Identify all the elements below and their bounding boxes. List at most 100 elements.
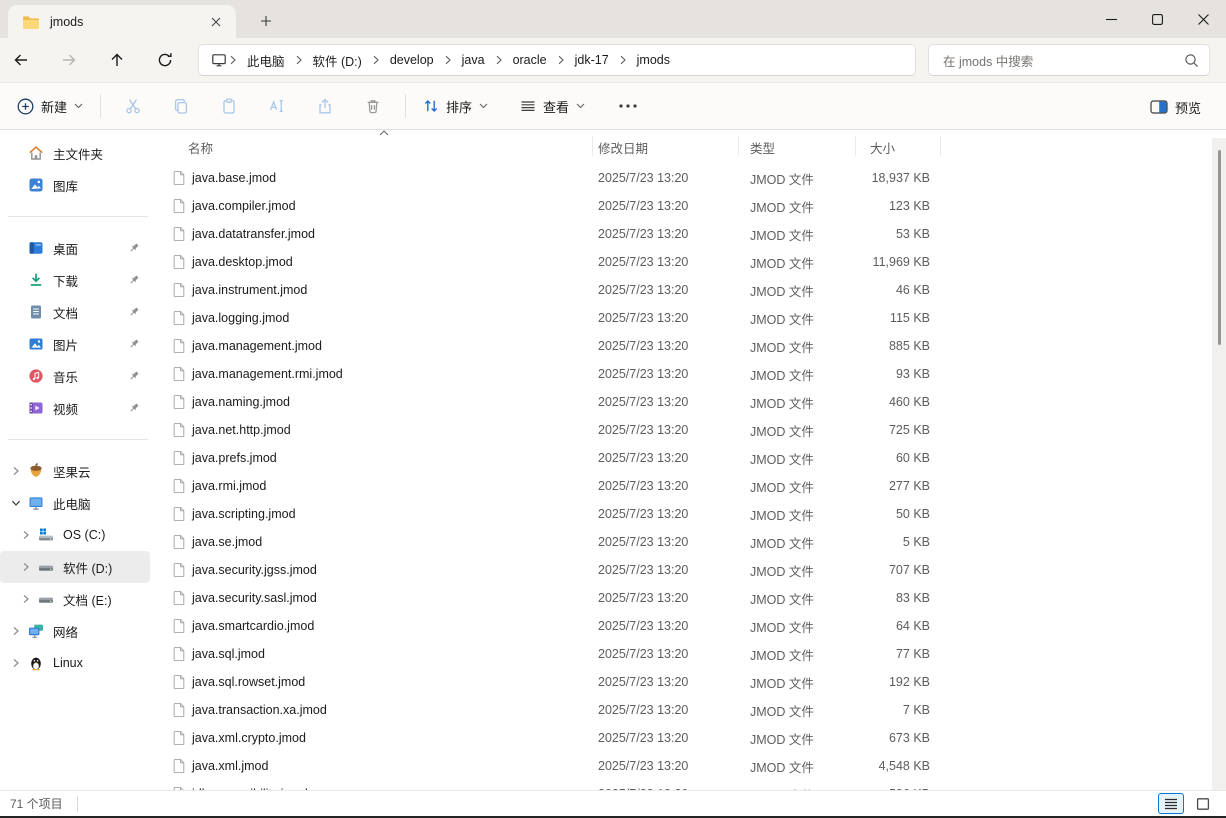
column-header-size[interactable]: 大小 bbox=[870, 138, 895, 157]
chevron-right-icon[interactable] bbox=[8, 463, 24, 479]
delete-button[interactable] bbox=[357, 90, 389, 122]
sidebar-item-this-pc[interactable]: 此电脑 bbox=[0, 487, 150, 519]
preview-button[interactable]: 预览 bbox=[1141, 90, 1210, 124]
sidebar-item-documents[interactable]: 文档 bbox=[0, 296, 150, 328]
file-row[interactable]: java.scripting.jmod 2025/7/23 13:20 JMOD… bbox=[160, 500, 930, 528]
file-row[interactable]: java.logging.jmod 2025/7/23 13:20 JMOD 文… bbox=[160, 304, 930, 332]
breadcrumb-item[interactable]: develop bbox=[382, 50, 442, 70]
cut-icon bbox=[125, 98, 141, 114]
file-row[interactable]: java.transaction.xa.jmod 2025/7/23 13:20… bbox=[160, 696, 930, 724]
share-button[interactable] bbox=[309, 90, 341, 122]
more-options-button[interactable] bbox=[612, 90, 644, 122]
close-button[interactable] bbox=[1180, 0, 1226, 38]
sidebar-item-network[interactable]: 网络 bbox=[0, 615, 150, 647]
file-row[interactable]: java.management.rmi.jmod 2025/7/23 13:20… bbox=[160, 360, 930, 388]
chevron-right-icon[interactable] bbox=[18, 527, 34, 543]
column-divider[interactable] bbox=[855, 136, 856, 156]
address-bar[interactable]: 此电脑 软件 (D:) develop java bbox=[198, 44, 916, 76]
file-name: java.xml.jmod bbox=[192, 759, 268, 773]
vertical-scrollbar[interactable] bbox=[1212, 138, 1226, 790]
breadcrumb-item[interactable]: oracle bbox=[505, 50, 555, 70]
sidebar-item-desktop[interactable]: 桌面 bbox=[0, 232, 150, 264]
sidebar-item-home[interactable]: 主文件夹 bbox=[0, 137, 150, 169]
file-row[interactable]: java.management.jmod 2025/7/23 13:20 JMO… bbox=[160, 332, 930, 360]
file-row[interactable]: java.prefs.jmod 2025/7/23 13:20 JMOD 文件 … bbox=[160, 444, 930, 472]
file-icon bbox=[172, 422, 186, 438]
refresh-button[interactable] bbox=[149, 44, 181, 76]
breadcrumb-item[interactable]: java bbox=[454, 50, 493, 70]
file-row[interactable]: java.base.jmod 2025/7/23 13:20 JMOD 文件 1… bbox=[160, 164, 930, 192]
up-button[interactable] bbox=[101, 44, 133, 76]
new-button[interactable]: 新建 bbox=[8, 89, 92, 123]
file-row[interactable]: jdk.accessibility.jmod 2025/7/23 13:20 J… bbox=[160, 780, 930, 790]
sidebar-item-software-d-drive[interactable]: 软件 (D:) bbox=[0, 551, 150, 583]
sidebar-item-nutstore[interactable]: 坚果云 bbox=[0, 455, 150, 487]
file-row[interactable]: java.datatransfer.jmod 2025/7/23 13:20 J… bbox=[160, 220, 930, 248]
chevron-right-icon[interactable] bbox=[18, 559, 34, 575]
sidebar-item-os-c-drive[interactable]: OS (C:) bbox=[0, 519, 150, 551]
new-tab-button[interactable] bbox=[252, 8, 280, 34]
back-button[interactable] bbox=[5, 44, 37, 76]
column-divider[interactable] bbox=[738, 136, 739, 156]
file-type: JMOD 文件 bbox=[750, 477, 855, 496]
breadcrumb-segment: jmods bbox=[617, 50, 678, 70]
sidebar-item-music[interactable]: 音乐 bbox=[0, 360, 150, 392]
file-name-cell: java.security.sasl.jmod bbox=[160, 590, 598, 606]
sidebar-item-downloads[interactable]: 下载 bbox=[0, 264, 150, 296]
maximize-icon bbox=[1152, 14, 1163, 25]
file-date: 2025/7/23 13:20 bbox=[598, 227, 750, 241]
tab-close-icon[interactable] bbox=[206, 12, 226, 32]
file-row[interactable]: java.smartcardio.jmod 2025/7/23 13:20 JM… bbox=[160, 612, 930, 640]
file-row[interactable]: java.xml.jmod 2025/7/23 13:20 JMOD 文件 4,… bbox=[160, 752, 930, 780]
copy-button[interactable] bbox=[165, 90, 197, 122]
breadcrumb-item[interactable]: 此电脑 bbox=[239, 48, 293, 73]
file-size: 93 KB bbox=[855, 367, 930, 381]
sort-button[interactable]: 排序 bbox=[414, 89, 497, 123]
column-divider[interactable] bbox=[592, 136, 593, 156]
file-row[interactable]: java.se.jmod 2025/7/23 13:20 JMOD 文件 5 K… bbox=[160, 528, 930, 556]
view-button[interactable]: 查看 bbox=[511, 89, 594, 123]
minimize-button[interactable] bbox=[1088, 0, 1134, 38]
file-row[interactable]: java.desktop.jmod 2025/7/23 13:20 JMOD 文… bbox=[160, 248, 930, 276]
column-divider[interactable] bbox=[940, 136, 941, 156]
breadcrumb-item[interactable]: jmods bbox=[629, 50, 678, 70]
file-type: JMOD 文件 bbox=[750, 421, 855, 440]
maximize-button[interactable] bbox=[1134, 0, 1180, 38]
cut-button[interactable] bbox=[117, 90, 149, 122]
chevron-right-icon[interactable] bbox=[8, 655, 24, 671]
column-header-type[interactable]: 类型 bbox=[750, 138, 775, 157]
file-row[interactable]: java.xml.crypto.jmod 2025/7/23 13:20 JMO… bbox=[160, 724, 930, 752]
scrollbar-thumb[interactable] bbox=[1218, 150, 1221, 345]
file-row[interactable]: java.security.sasl.jmod 2025/7/23 13:20 … bbox=[160, 584, 930, 612]
share-icon bbox=[317, 98, 333, 114]
sidebar-item-documents-e-drive[interactable]: 文档 (E:) bbox=[0, 583, 150, 615]
file-row[interactable]: java.sql.rowset.jmod 2025/7/23 13:20 JMO… bbox=[160, 668, 930, 696]
breadcrumb-item[interactable]: jdk-17 bbox=[567, 50, 617, 70]
file-row[interactable]: java.security.jgss.jmod 2025/7/23 13:20 … bbox=[160, 556, 930, 584]
forward-button[interactable] bbox=[53, 44, 85, 76]
column-header-name[interactable]: 名称 bbox=[188, 138, 213, 157]
breadcrumb-item[interactable]: 软件 (D:) bbox=[305, 48, 370, 73]
paste-button[interactable] bbox=[213, 90, 245, 122]
file-row[interactable]: java.net.http.jmod 2025/7/23 13:20 JMOD … bbox=[160, 416, 930, 444]
search-box[interactable]: 在 jmods 中搜索 bbox=[928, 44, 1210, 76]
explorer-tab[interactable]: jmods bbox=[8, 5, 236, 38]
chevron-right-icon[interactable] bbox=[18, 591, 34, 607]
file-size: 5 KB bbox=[855, 535, 930, 549]
column-header-date[interactable]: 修改日期 bbox=[598, 138, 648, 157]
sidebar-item-linux[interactable]: Linux bbox=[0, 647, 150, 679]
file-row[interactable]: java.naming.jmod 2025/7/23 13:20 JMOD 文件… bbox=[160, 388, 930, 416]
sidebar-item-videos[interactable]: 视频 bbox=[0, 392, 150, 424]
icons-view-button[interactable] bbox=[1190, 793, 1216, 814]
sidebar-item-gallery[interactable]: 图库 bbox=[0, 169, 150, 201]
file-row[interactable]: java.sql.jmod 2025/7/23 13:20 JMOD 文件 77… bbox=[160, 640, 930, 668]
chevron-right-icon[interactable] bbox=[8, 623, 24, 639]
file-row[interactable]: java.rmi.jmod 2025/7/23 13:20 JMOD 文件 27… bbox=[160, 472, 930, 500]
rename-button[interactable] bbox=[261, 90, 293, 122]
file-row[interactable]: java.compiler.jmod 2025/7/23 13:20 JMOD … bbox=[160, 192, 930, 220]
sidebar-item-pictures[interactable]: 图片 bbox=[0, 328, 150, 360]
file-row[interactable]: java.instrument.jmod 2025/7/23 13:20 JMO… bbox=[160, 276, 930, 304]
details-view-button[interactable] bbox=[1158, 793, 1184, 814]
file-name: java.management.rmi.jmod bbox=[192, 367, 343, 381]
chevron-down-icon[interactable] bbox=[8, 495, 24, 511]
